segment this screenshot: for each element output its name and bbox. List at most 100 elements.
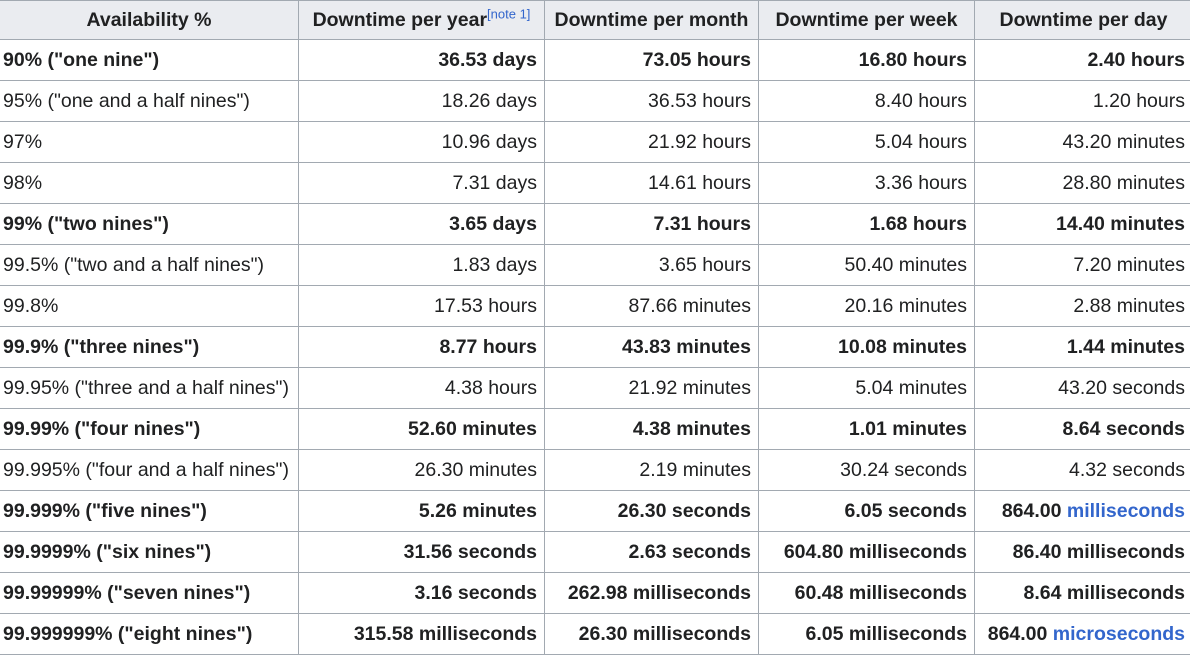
downtime-day-cell: 4.32 seconds bbox=[975, 450, 1190, 491]
downtime-month-cell: 26.30 milliseconds bbox=[545, 614, 759, 655]
downtime-year-cell: 7.31 days bbox=[299, 163, 545, 204]
table-row: 99.8%17.53 hours87.66 minutes20.16 minut… bbox=[0, 286, 1190, 327]
availability-cell: 99.9999% ("six nines") bbox=[0, 532, 299, 573]
downtime-month-cell: 26.30 seconds bbox=[545, 491, 759, 532]
header-downtime-year-label: Downtime per year bbox=[313, 9, 487, 31]
availability-cell: 99.8% bbox=[0, 286, 299, 327]
downtime-year-cell: 31.56 seconds bbox=[299, 532, 545, 573]
table-row: 98%7.31 days14.61 hours3.36 hours28.80 m… bbox=[0, 163, 1190, 204]
table-row: 90% ("one nine")36.53 days73.05 hours16.… bbox=[0, 40, 1190, 81]
table-row: 99.99% ("four nines")52.60 minutes4.38 m… bbox=[0, 409, 1190, 450]
downtime-day-cell: 864.00 milliseconds bbox=[975, 491, 1190, 532]
cell-value-prefix: 864.00 bbox=[988, 623, 1053, 645]
table-header-row: Availability % Downtime per year[note 1]… bbox=[0, 1, 1190, 40]
availability-cell: 99.9% ("three nines") bbox=[0, 327, 299, 368]
downtime-day-cell: 14.40 minutes bbox=[975, 204, 1190, 245]
table-row: 99.995% ("four and a half nines")26.30 m… bbox=[0, 450, 1190, 491]
downtime-month-cell: 21.92 hours bbox=[545, 122, 759, 163]
availability-cell: 99.5% ("two and a half nines") bbox=[0, 245, 299, 286]
downtime-year-cell: 3.16 seconds bbox=[299, 573, 545, 614]
downtime-year-cell: 18.26 days bbox=[299, 81, 545, 122]
downtime-week-cell: 16.80 hours bbox=[759, 40, 975, 81]
downtime-day-cell: 2.88 minutes bbox=[975, 286, 1190, 327]
header-availability: Availability % bbox=[0, 1, 299, 40]
availability-cell: 97% bbox=[0, 122, 299, 163]
availability-cell: 99.999% ("five nines") bbox=[0, 491, 299, 532]
downtime-day-cell: 8.64 seconds bbox=[975, 409, 1190, 450]
downtime-week-cell: 5.04 minutes bbox=[759, 368, 975, 409]
downtime-year-cell: 4.38 hours bbox=[299, 368, 545, 409]
downtime-week-cell: 6.05 seconds bbox=[759, 491, 975, 532]
header-downtime-month: Downtime per month bbox=[545, 1, 759, 40]
downtime-month-cell: 14.61 hours bbox=[545, 163, 759, 204]
downtime-month-cell: 262.98 milliseconds bbox=[545, 573, 759, 614]
downtime-year-cell: 8.77 hours bbox=[299, 327, 545, 368]
downtime-week-cell: 60.48 milliseconds bbox=[759, 573, 975, 614]
downtime-week-cell: 10.08 minutes bbox=[759, 327, 975, 368]
table-row: 97%10.96 days21.92 hours5.04 hours43.20 … bbox=[0, 122, 1190, 163]
table-row: 99.95% ("three and a half nines")4.38 ho… bbox=[0, 368, 1190, 409]
downtime-year-cell: 17.53 hours bbox=[299, 286, 545, 327]
availability-cell: 90% ("one nine") bbox=[0, 40, 299, 81]
downtime-day-cell: 1.44 minutes bbox=[975, 327, 1190, 368]
downtime-week-cell: 1.68 hours bbox=[759, 204, 975, 245]
header-downtime-year: Downtime per year[note 1] bbox=[299, 1, 545, 40]
table-row: 99.99999% ("seven nines")3.16 seconds262… bbox=[0, 573, 1190, 614]
note-1-link[interactable]: [note 1] bbox=[487, 6, 530, 21]
availability-cell: 99.95% ("three and a half nines") bbox=[0, 368, 299, 409]
downtime-week-cell: 1.01 minutes bbox=[759, 409, 975, 450]
table-row: 99.999999% ("eight nines")315.58 millise… bbox=[0, 614, 1190, 655]
downtime-day-cell: 43.20 minutes bbox=[975, 122, 1190, 163]
downtime-year-cell: 3.65 days bbox=[299, 204, 545, 245]
downtime-year-cell: 1.83 days bbox=[299, 245, 545, 286]
downtime-year-cell: 10.96 days bbox=[299, 122, 545, 163]
downtime-year-cell: 26.30 minutes bbox=[299, 450, 545, 491]
table-row: 99.5% ("two and a half nines")1.83 days3… bbox=[0, 245, 1190, 286]
availability-cell: 99% ("two nines") bbox=[0, 204, 299, 245]
downtime-week-cell: 3.36 hours bbox=[759, 163, 975, 204]
availability-cell: 99.99999% ("seven nines") bbox=[0, 573, 299, 614]
downtime-month-cell: 21.92 minutes bbox=[545, 368, 759, 409]
header-downtime-week: Downtime per week bbox=[759, 1, 975, 40]
downtime-year-cell: 5.26 minutes bbox=[299, 491, 545, 532]
downtime-week-cell: 6.05 milliseconds bbox=[759, 614, 975, 655]
downtime-month-cell: 43.83 minutes bbox=[545, 327, 759, 368]
downtime-day-cell: 2.40 hours bbox=[975, 40, 1190, 81]
downtime-month-cell: 4.38 minutes bbox=[545, 409, 759, 450]
downtime-day-cell: 7.20 minutes bbox=[975, 245, 1190, 286]
table-row: 99.999% ("five nines")5.26 minutes26.30 … bbox=[0, 491, 1190, 532]
table-row: 99.9% ("three nines")8.77 hours43.83 min… bbox=[0, 327, 1190, 368]
unit-link[interactable]: microseconds bbox=[1053, 623, 1185, 645]
downtime-month-cell: 2.63 seconds bbox=[545, 532, 759, 573]
downtime-month-cell: 36.53 hours bbox=[545, 81, 759, 122]
downtime-day-cell: 1.20 hours bbox=[975, 81, 1190, 122]
availability-cell: 99.999999% ("eight nines") bbox=[0, 614, 299, 655]
table-row: 95% ("one and a half nines")18.26 days36… bbox=[0, 81, 1190, 122]
downtime-year-cell: 36.53 days bbox=[299, 40, 545, 81]
availability-cell: 99.995% ("four and a half nines") bbox=[0, 450, 299, 491]
table-body: 90% ("one nine")36.53 days73.05 hours16.… bbox=[0, 40, 1190, 655]
cell-value-prefix: 864.00 bbox=[1002, 500, 1067, 522]
downtime-week-cell: 30.24 seconds bbox=[759, 450, 975, 491]
availability-downtime-table: Availability % Downtime per year[note 1]… bbox=[0, 0, 1190, 655]
downtime-day-cell: 28.80 minutes bbox=[975, 163, 1190, 204]
unit-link[interactable]: milliseconds bbox=[1067, 500, 1185, 522]
downtime-week-cell: 8.40 hours bbox=[759, 81, 975, 122]
downtime-month-cell: 7.31 hours bbox=[545, 204, 759, 245]
downtime-day-cell: 86.40 milliseconds bbox=[975, 532, 1190, 573]
availability-cell: 95% ("one and a half nines") bbox=[0, 81, 299, 122]
downtime-day-cell: 43.20 seconds bbox=[975, 368, 1190, 409]
downtime-month-cell: 3.65 hours bbox=[545, 245, 759, 286]
table-row: 99.9999% ("six nines")31.56 seconds2.63 … bbox=[0, 532, 1190, 573]
downtime-week-cell: 5.04 hours bbox=[759, 122, 975, 163]
downtime-month-cell: 73.05 hours bbox=[545, 40, 759, 81]
downtime-week-cell: 604.80 milliseconds bbox=[759, 532, 975, 573]
downtime-year-cell: 52.60 minutes bbox=[299, 409, 545, 450]
downtime-day-cell: 8.64 milliseconds bbox=[975, 573, 1190, 614]
table-row: 99% ("two nines")3.65 days7.31 hours1.68… bbox=[0, 204, 1190, 245]
downtime-week-cell: 20.16 minutes bbox=[759, 286, 975, 327]
downtime-year-cell: 315.58 milliseconds bbox=[299, 614, 545, 655]
downtime-day-cell: 864.00 microseconds bbox=[975, 614, 1190, 655]
availability-cell: 99.99% ("four nines") bbox=[0, 409, 299, 450]
downtime-month-cell: 87.66 minutes bbox=[545, 286, 759, 327]
